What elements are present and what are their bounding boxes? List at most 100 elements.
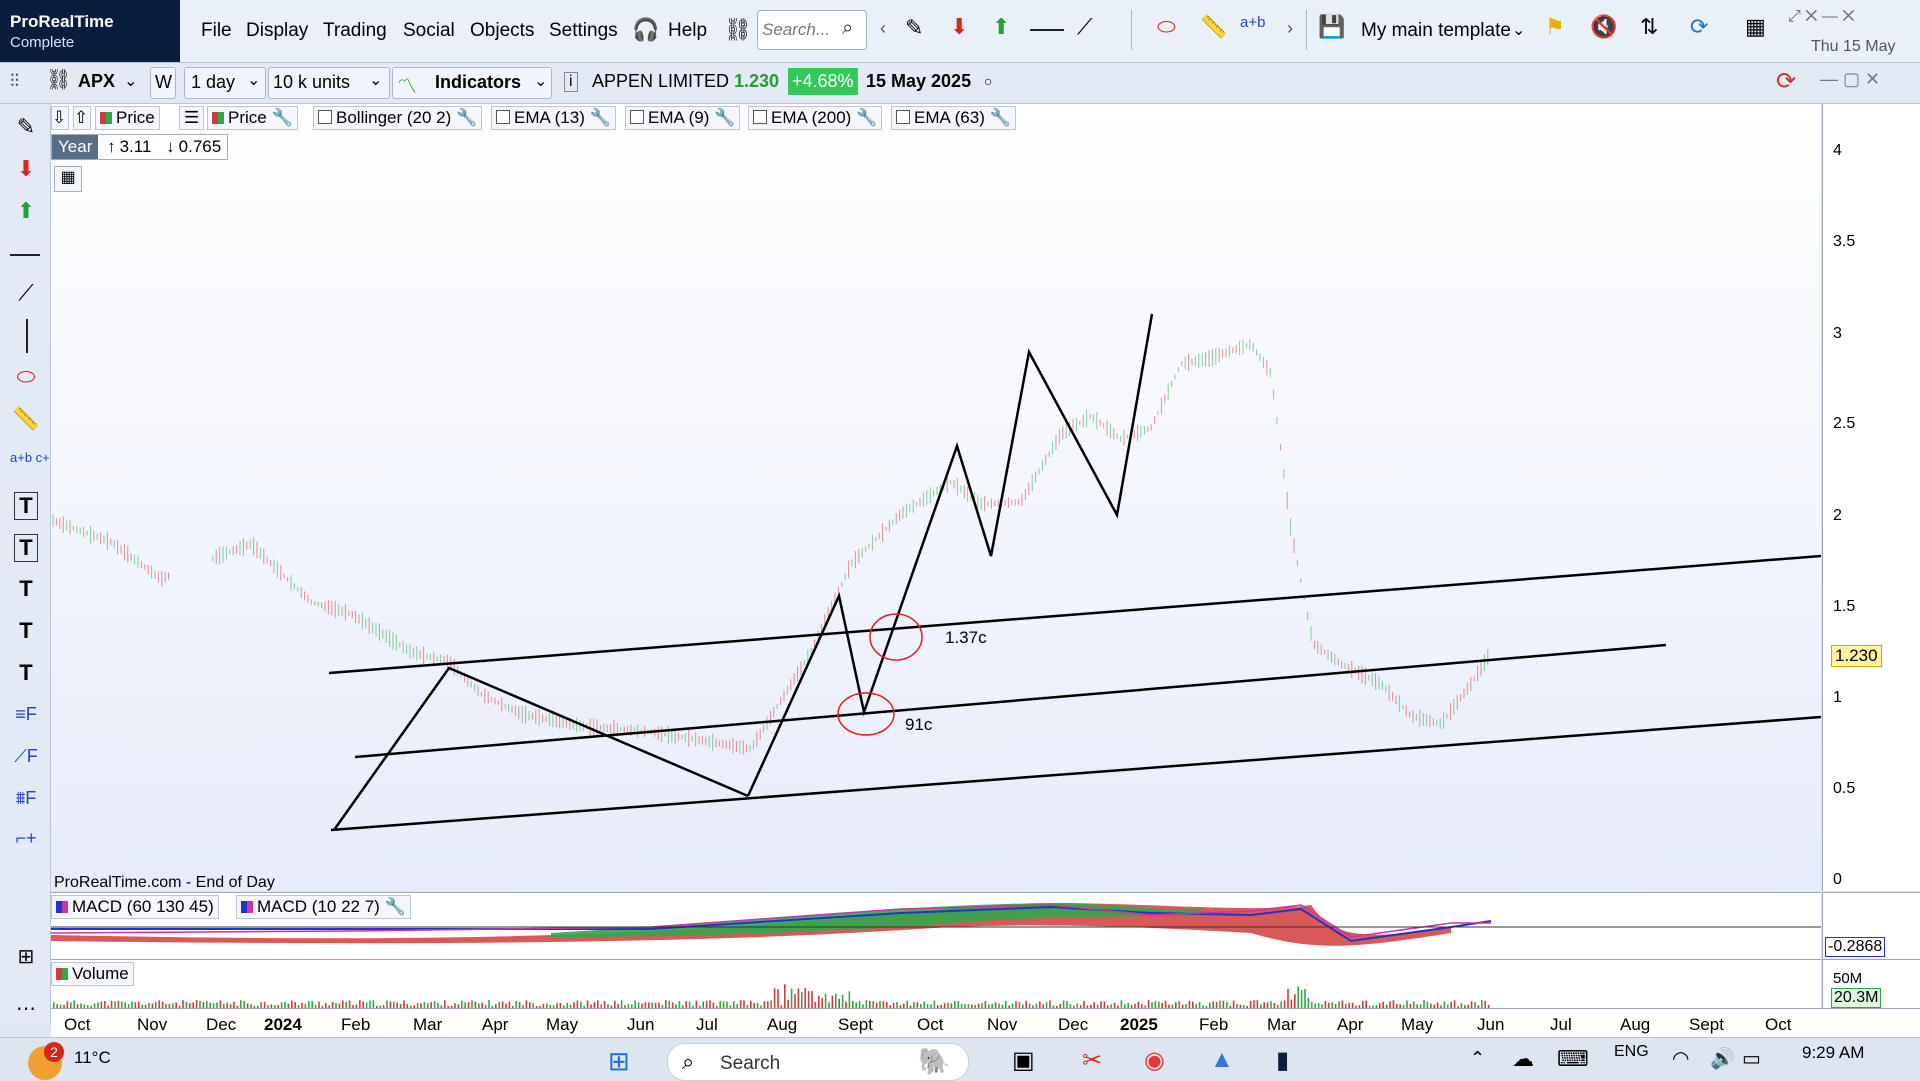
channel-line-upper[interactable] <box>328 554 1821 675</box>
volume-icon[interactable]: 🔊 <box>1710 1046 1735 1071</box>
wifi-icon[interactable]: ◠ <box>1672 1046 1689 1071</box>
trend-line-icon[interactable]: ⟋ <box>12 280 40 306</box>
scroll-right-icon[interactable]: › <box>1287 18 1293 39</box>
menu-social[interactable]: Social <box>403 20 455 42</box>
chart-type-icon[interactable]: ⫶⫶ <box>10 71 19 92</box>
macd-panel[interactable]: MACD (60 130 45) MACD (10 22 7) 🔧 <box>51 892 1821 959</box>
overlay-ema-9[interactable]: EMA (9) 🔧 <box>625 106 741 130</box>
battery-icon[interactable]: ▭ <box>1742 1046 1761 1071</box>
flag-icon[interactable]: ⚑ <box>1545 14 1565 40</box>
macd-label-2[interactable]: MACD (10 22 7) 🔧 <box>236 895 411 919</box>
wrench-icon[interactable]: 🔧 <box>990 108 1011 127</box>
sell-arrow-icon[interactable]: ⬇ <box>12 156 40 182</box>
ellipse-icon[interactable]: ⬭ <box>12 364 40 390</box>
time-axis[interactable]: Oct Nov Dec 2024 Feb Mar Apr May Jun Jul… <box>51 1008 1920 1037</box>
volume-panel[interactable]: Volume <box>51 959 1821 1008</box>
wrench-icon[interactable]: 🔧 <box>271 108 292 127</box>
snipping-tool-icon[interactable]: ✂ <box>1082 1046 1102 1075</box>
chevron-down-icon[interactable]: ⌄ <box>534 71 547 91</box>
maximize-chart-icon[interactable]: ⇧ <box>73 106 91 130</box>
sync-icon[interactable]: ⟳ <box>1690 14 1708 40</box>
scroll-left-icon[interactable]: ‹ <box>880 18 886 39</box>
units-dropdown[interactable]: 10 k units ⌄ <box>268 67 390 99</box>
chevron-up-icon[interactable]: ⌃ <box>1470 1048 1485 1069</box>
overlay-ema-63[interactable]: EMA (63) 🔧 <box>891 106 1016 130</box>
fibonacci-time-icon[interactable]: ⩩F <box>12 788 40 809</box>
add-drawing-icon[interactable]: ⌐+ <box>12 828 40 849</box>
objects-list-icon[interactable]: ⊞ <box>12 944 40 969</box>
period-toggle[interactable]: W <box>150 67 176 99</box>
checkbox[interactable] <box>630 110 644 124</box>
calculator-icon[interactable]: ▦ <box>1745 14 1766 40</box>
overlay-ema-200[interactable]: EMA (200) 🔧 <box>748 106 883 130</box>
keyboard-icon[interactable]: ⌨ <box>1557 1046 1589 1072</box>
wrench-icon[interactable]: 🔧 <box>856 108 877 127</box>
channel-line-middle[interactable] <box>354 643 1667 759</box>
price-chart[interactable]: ⇩ ⇧ Price ☰ Price 🔧 Bollinger (20 2) 🔧 E… <box>51 104 1821 891</box>
trend-line-icon[interactable]: ⟋ <box>1077 14 1092 40</box>
menu-trading[interactable]: Trading <box>323 20 387 42</box>
chevron-down-icon[interactable]: ⌄ <box>1512 20 1525 40</box>
close-chart-icon[interactable]: ⇩ <box>51 106 69 130</box>
pencil-icon[interactable]: ✎ <box>12 114 40 140</box>
text-large-icon[interactable]: T <box>12 660 40 686</box>
pencil-icon[interactable]: ✎ <box>905 15 923 41</box>
search-input[interactable]: Search... ⌕ <box>757 10 867 50</box>
wrench-icon[interactable]: 🔧 <box>714 108 735 127</box>
fibonacci-icon[interactable]: ≡F <box>12 704 40 725</box>
info-icon[interactable]: i <box>564 72 578 92</box>
alerts-icon[interactable]: ⇅ <box>1640 14 1658 40</box>
checkbox[interactable] <box>753 110 767 124</box>
text-abc-icon[interactable]: a+b <box>1240 14 1265 31</box>
ellipse-icon[interactable]: ⬭ <box>1157 14 1176 40</box>
window-controls[interactable]: ⤢ ✕ — ✕ <box>1788 8 1855 26</box>
menu-settings[interactable]: Settings <box>549 20 618 42</box>
onedrive-sync-icon[interactable]: ☁ <box>1512 1046 1534 1072</box>
overlay-ema-13[interactable]: EMA (13) 🔧 <box>491 106 616 130</box>
volume-label[interactable]: Volume <box>51 962 134 986</box>
sound-off-icon[interactable]: 🔇 <box>1590 14 1617 40</box>
headset-icon[interactable]: 🎧 <box>632 17 659 43</box>
ruler-icon[interactable]: 📏 <box>1200 14 1227 40</box>
fibonacci-fan-icon[interactable]: ⟋F <box>12 746 40 767</box>
menu-help[interactable]: Help <box>668 20 707 42</box>
task-view-icon[interactable]: ▣ <box>1012 1046 1035 1075</box>
photos-icon[interactable]: ▲ <box>1210 1046 1234 1074</box>
macd-label-1[interactable]: MACD (60 130 45) <box>51 895 219 919</box>
triangle-pattern[interactable] <box>332 666 749 831</box>
interval-dropdown[interactable]: 1 day ⌄ <box>184 67 266 99</box>
horizontal-line-icon[interactable] <box>1030 29 1064 31</box>
checkbox[interactable] <box>496 110 510 124</box>
windows-start-icon[interactable]: ⊞ <box>608 1046 630 1077</box>
refresh-icon[interactable]: ⟳ <box>1776 67 1796 96</box>
buy-arrow-icon[interactable]: ⬆ <box>12 198 40 224</box>
channel-line-lower[interactable] <box>330 715 1821 832</box>
overlay-price[interactable]: Price 🔧 <box>207 106 298 130</box>
zigzag-pattern[interactable] <box>746 313 1154 797</box>
taskbar-search[interactable]: ⌕ Search 🐘 <box>667 1043 969 1081</box>
input-language[interactable]: ENG <box>1614 1043 1649 1061</box>
wrench-icon[interactable]: 🔧 <box>385 897 406 916</box>
indicators-button[interactable]: 〽 Indicators <box>392 67 552 99</box>
menu-objects[interactable]: Objects <box>470 20 534 42</box>
checkbox[interactable] <box>896 110 910 124</box>
calculator-icon[interactable]: ▦ <box>54 166 82 192</box>
symbol-field[interactable]: APX <box>78 71 115 92</box>
ruler-icon[interactable]: 📏 <box>12 406 40 432</box>
prorealtime-taskbar-icon[interactable]: ▮ <box>1276 1046 1289 1075</box>
save-icon[interactable]: 💾 <box>1318 14 1345 40</box>
overlay-list-icon[interactable]: ☰ <box>179 106 205 130</box>
vertical-line-icon[interactable] <box>26 319 28 353</box>
wrench-icon[interactable]: 🔧 <box>590 108 611 127</box>
search-icon[interactable]: ⌕ <box>842 17 853 40</box>
menu-file[interactable]: File <box>201 20 232 42</box>
overlay-bollinger[interactable]: Bollinger (20 2) 🔧 <box>313 106 483 130</box>
text-abc-icon[interactable]: a+b c+ <box>10 450 50 465</box>
sell-arrow-icon[interactable]: ⬇ <box>950 14 968 40</box>
wrench-icon[interactable]: 🔧 <box>456 108 477 127</box>
chevron-down-icon[interactable]: ⌄ <box>124 71 137 91</box>
link-icon[interactable]: ⛓ <box>46 67 71 92</box>
text-box-icon[interactable]: T <box>14 492 38 520</box>
window-controls[interactable]: — ▢ ✕ <box>1820 69 1880 90</box>
text-frame-icon[interactable]: T <box>14 534 38 562</box>
